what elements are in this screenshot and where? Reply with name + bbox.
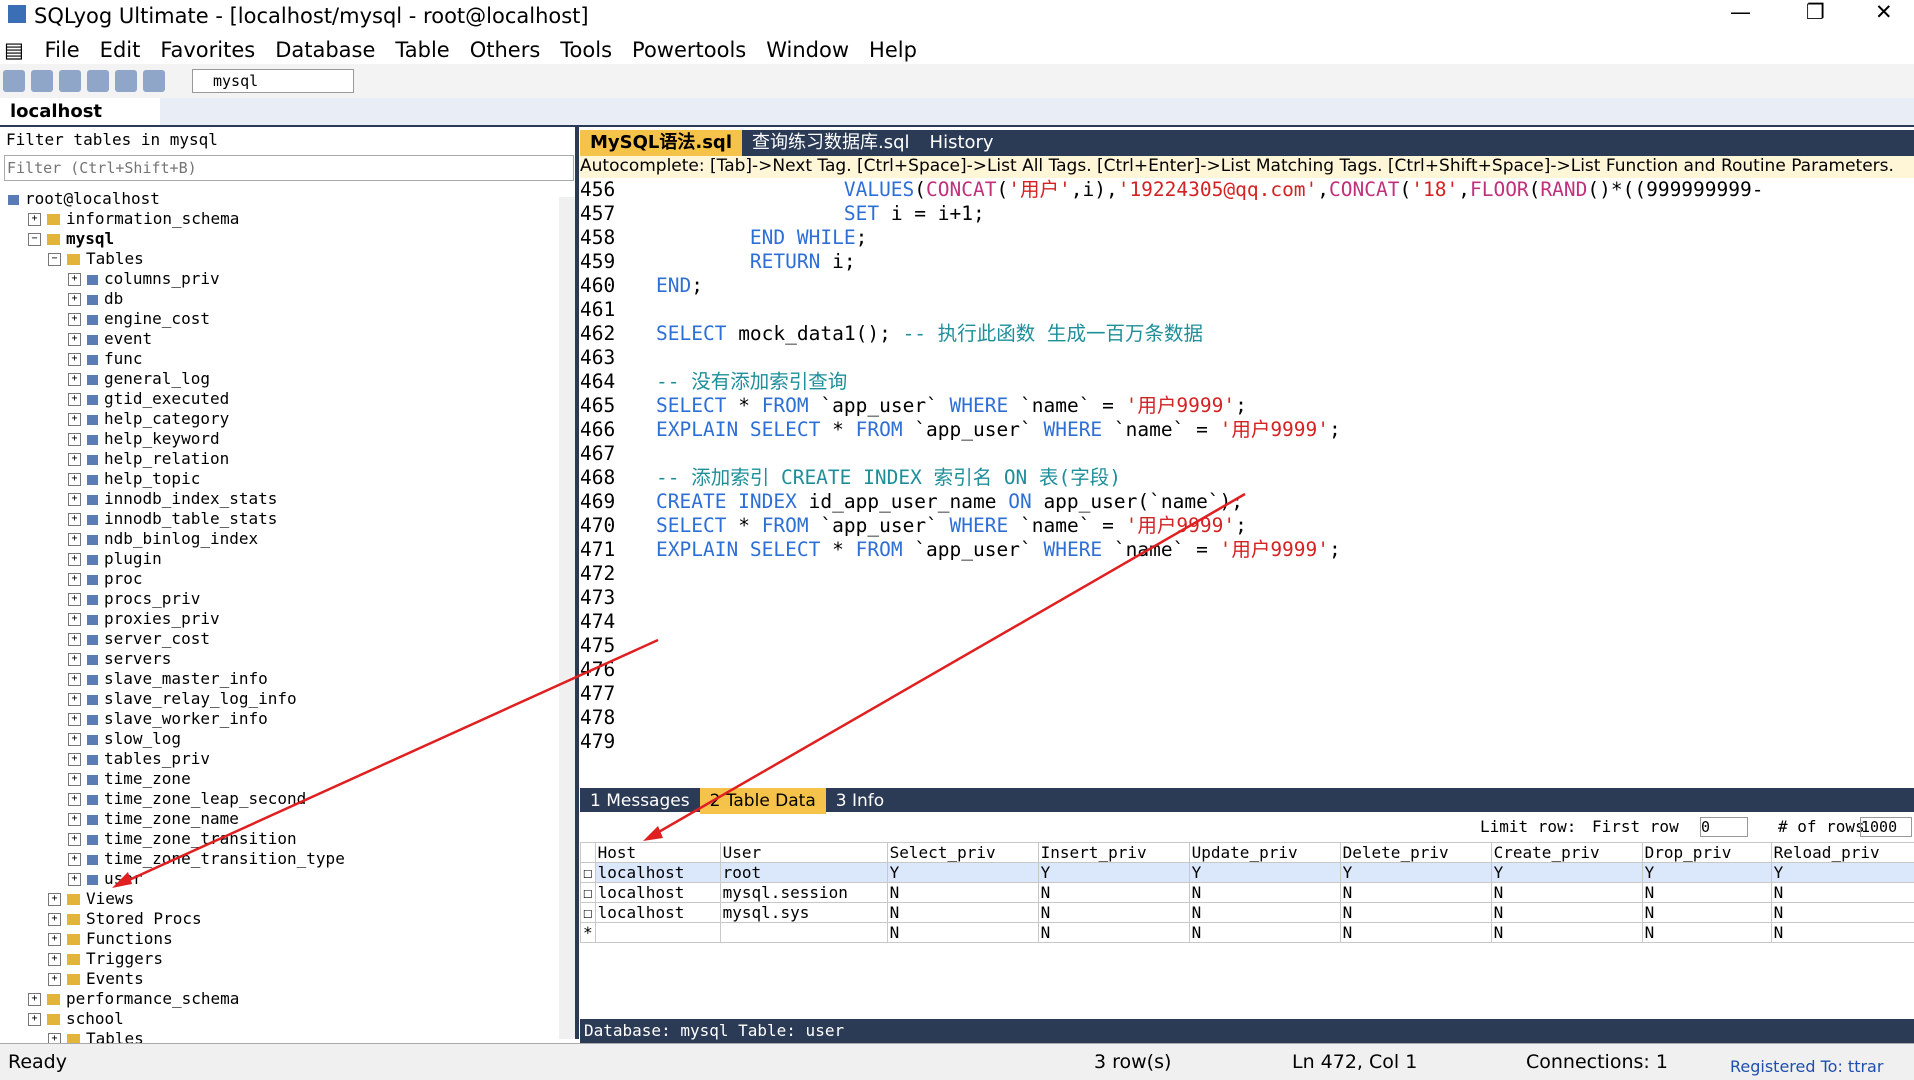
annotation-arrows (0, 0, 1914, 1079)
